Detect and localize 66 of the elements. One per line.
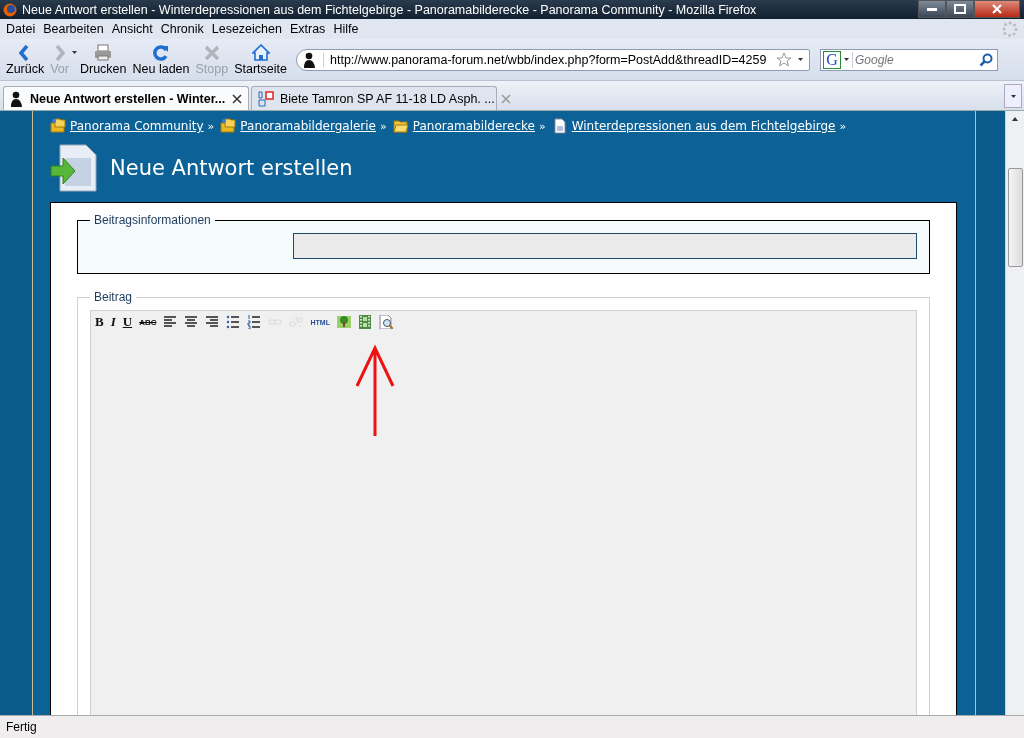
numbered-list-icon[interactable] xyxy=(247,315,262,329)
stop-icon xyxy=(202,43,221,62)
minimize-icon[interactable] xyxy=(918,0,946,18)
dropdown-arrow-icon[interactable] xyxy=(798,58,803,61)
folder-icon xyxy=(220,118,237,134)
folder-icon xyxy=(50,118,66,134)
film-strip-icon[interactable] xyxy=(357,315,372,329)
menu-item[interactable]: Extras xyxy=(285,22,330,36)
person-icon xyxy=(10,90,24,107)
breadcrumb-link[interactable]: Panoramabilderecke xyxy=(412,119,535,133)
browser-logo-icon xyxy=(3,2,17,17)
breadcrumb-separator: » xyxy=(380,119,387,133)
page-icon xyxy=(551,118,568,134)
site-logo-icon xyxy=(258,90,274,107)
reload-icon xyxy=(152,43,170,62)
landscape-image-icon[interactable] xyxy=(336,315,351,329)
status-text: Fertig xyxy=(6,720,37,734)
menu-item[interactable]: Bearbeiten xyxy=(39,22,108,36)
format-button[interactable]: B xyxy=(95,314,104,330)
menu-item[interactable]: Ansicht xyxy=(107,22,157,36)
alignment-icon[interactable] xyxy=(205,315,220,329)
vertical-scrollbar[interactable] xyxy=(1005,111,1024,715)
home-icon xyxy=(251,43,270,62)
menu-item[interactable]: Hilfe xyxy=(329,22,363,36)
dropdown-arrow-icon[interactable] xyxy=(71,50,77,54)
alignment-icon[interactable] xyxy=(163,315,178,329)
maximize-icon[interactable] xyxy=(946,0,974,18)
breadcrumb-separator: » xyxy=(207,119,215,133)
format-button[interactable]: I xyxy=(110,314,116,330)
menu-item[interactable]: Lesezeichen xyxy=(207,22,286,36)
toolbar-button[interactable]: Drucken xyxy=(76,43,130,76)
fieldset-legend: Beitragsinformationen xyxy=(90,213,215,227)
fieldset-legend: Beitrag xyxy=(90,290,137,304)
bulleted-list-icon[interactable] xyxy=(226,315,241,329)
close-icon[interactable] xyxy=(974,0,1020,18)
search-bar[interactable]: G Google xyxy=(820,48,998,71)
text-field[interactable] xyxy=(293,233,917,259)
person-icon xyxy=(303,51,317,68)
address-bar[interactable]: http://www.panorama-forum.net/wbb/index.php?form=PostAdd&threadID=4259 xyxy=(296,48,810,71)
page-heading: Neue Antwort erstellen xyxy=(110,156,353,180)
window-title: Neue Antwort erstellen - Winterdepressionen aus dem Fichtelgebirge - Panoramabilderecke - Panorama Community - Mozilla Firefox xyxy=(22,2,757,17)
magnifier-page-icon[interactable] xyxy=(378,315,393,329)
folder-icon xyxy=(392,118,409,134)
search-engine-logo[interactable]: G xyxy=(823,50,841,69)
format-button[interactable]: ABC xyxy=(139,317,157,327)
printer-icon xyxy=(94,43,113,62)
breadcrumb-link[interactable]: Panorama Community xyxy=(70,119,204,133)
dropdown-arrow-icon[interactable] xyxy=(1010,94,1016,98)
breadcrumb-separator: » xyxy=(839,119,847,133)
menu-item[interactable]: Datei xyxy=(2,22,40,36)
alignment-icon[interactable] xyxy=(184,315,199,329)
browser-tab[interactable]: Neue Antwort erstellen - Winter... xyxy=(3,86,249,110)
toolbar-button[interactable]: Neu laden xyxy=(129,43,193,76)
new-reply-icon xyxy=(50,144,98,192)
toolbar-button[interactable]: Zurück xyxy=(3,43,48,76)
breadcrumb-separator: » xyxy=(538,119,546,133)
menu-item[interactable]: Chronik xyxy=(156,22,208,36)
breadcrumb-link[interactable]: Panoramabildergalerie xyxy=(240,119,376,133)
close-icon[interactable] xyxy=(232,93,242,104)
breadcrumb-link[interactable]: Winterdepressionen aus dem Fichtelgebirge xyxy=(571,119,836,133)
loading-spinner-icon xyxy=(1002,21,1018,37)
star-icon[interactable] xyxy=(776,51,792,68)
toolbar-button[interactable]: Startseite xyxy=(231,43,290,76)
dropdown-arrow-icon[interactable] xyxy=(844,58,849,61)
format-button[interactable]: U xyxy=(122,314,133,330)
search-icon[interactable] xyxy=(979,52,993,67)
